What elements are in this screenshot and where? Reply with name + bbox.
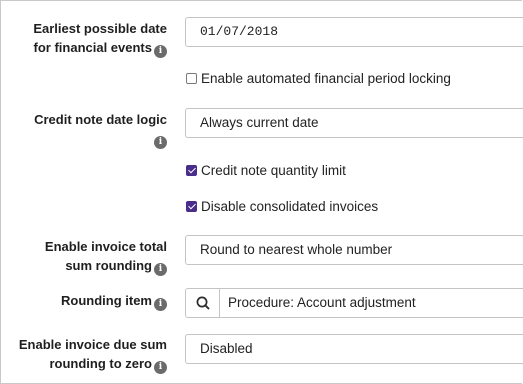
disable-consolidated-invoices-label: Disable consolidated invoices [201, 199, 379, 214]
credit-note-quantity-limit-label: Credit note quantity limit [201, 163, 346, 178]
info-icon[interactable]: i [154, 298, 167, 311]
info-icon[interactable]: i [154, 263, 167, 276]
earliest-date-label-line2: for financial events i [34, 38, 167, 58]
disable-consolidated-invoices-checkbox[interactable]: Disable consolidated invoices [186, 199, 378, 215]
info-icon[interactable]: i [154, 136, 167, 149]
earliest-date-input[interactable]: 01/07/2018 [185, 17, 523, 47]
rounding-item-label-line: Rounding item i [61, 291, 167, 311]
due-sum-rounding-label-line1: Enable invoice due sum [18, 337, 167, 352]
auto-period-locking-checkbox[interactable]: Enable automated financial period lockin… [186, 71, 451, 87]
search-button[interactable] [186, 289, 220, 317]
rounding-item-label-text: Rounding item [61, 293, 152, 308]
earliest-date-label-text: for financial events [33, 40, 152, 55]
due-sum-rounding-label-text: rounding to zero [49, 356, 152, 371]
settings-panel: Earliest possible date for financial eve… [0, 0, 523, 384]
checkbox-checked[interactable] [186, 165, 197, 176]
credit-note-date-logic-select[interactable]: Always current date [185, 108, 523, 138]
invoice-total-rounding-select[interactable]: Round to nearest whole number [185, 235, 523, 265]
due-sum-rounding-label-line2: rounding to zero i [49, 354, 167, 374]
invoice-total-rounding-label-line2: sum rounding i [65, 256, 167, 276]
invoice-total-rounding-label-text: sum rounding [65, 258, 152, 273]
auto-period-locking-label: Enable automated financial period lockin… [201, 71, 451, 86]
credit-note-quantity-limit-checkbox[interactable]: Credit note quantity limit [186, 163, 346, 179]
search-icon [196, 296, 210, 310]
checkbox-checked[interactable] [186, 201, 197, 212]
credit-note-date-logic-label: Credit note date logic [34, 112, 167, 127]
earliest-date-label-line1: Earliest possible date [33, 21, 167, 36]
invoice-total-rounding-label-line1: Enable invoice total [44, 239, 167, 254]
rounding-item-value: Procedure: Account adjustment [228, 295, 416, 310]
info-icon[interactable]: i [154, 361, 167, 374]
rounding-item-search-field[interactable]: Procedure: Account adjustment [185, 288, 523, 318]
checkbox-unchecked[interactable] [186, 73, 197, 84]
due-sum-rounding-select[interactable]: Disabled [185, 334, 523, 364]
credit-note-date-logic-info: i [152, 129, 167, 149]
info-icon[interactable]: i [154, 45, 167, 58]
